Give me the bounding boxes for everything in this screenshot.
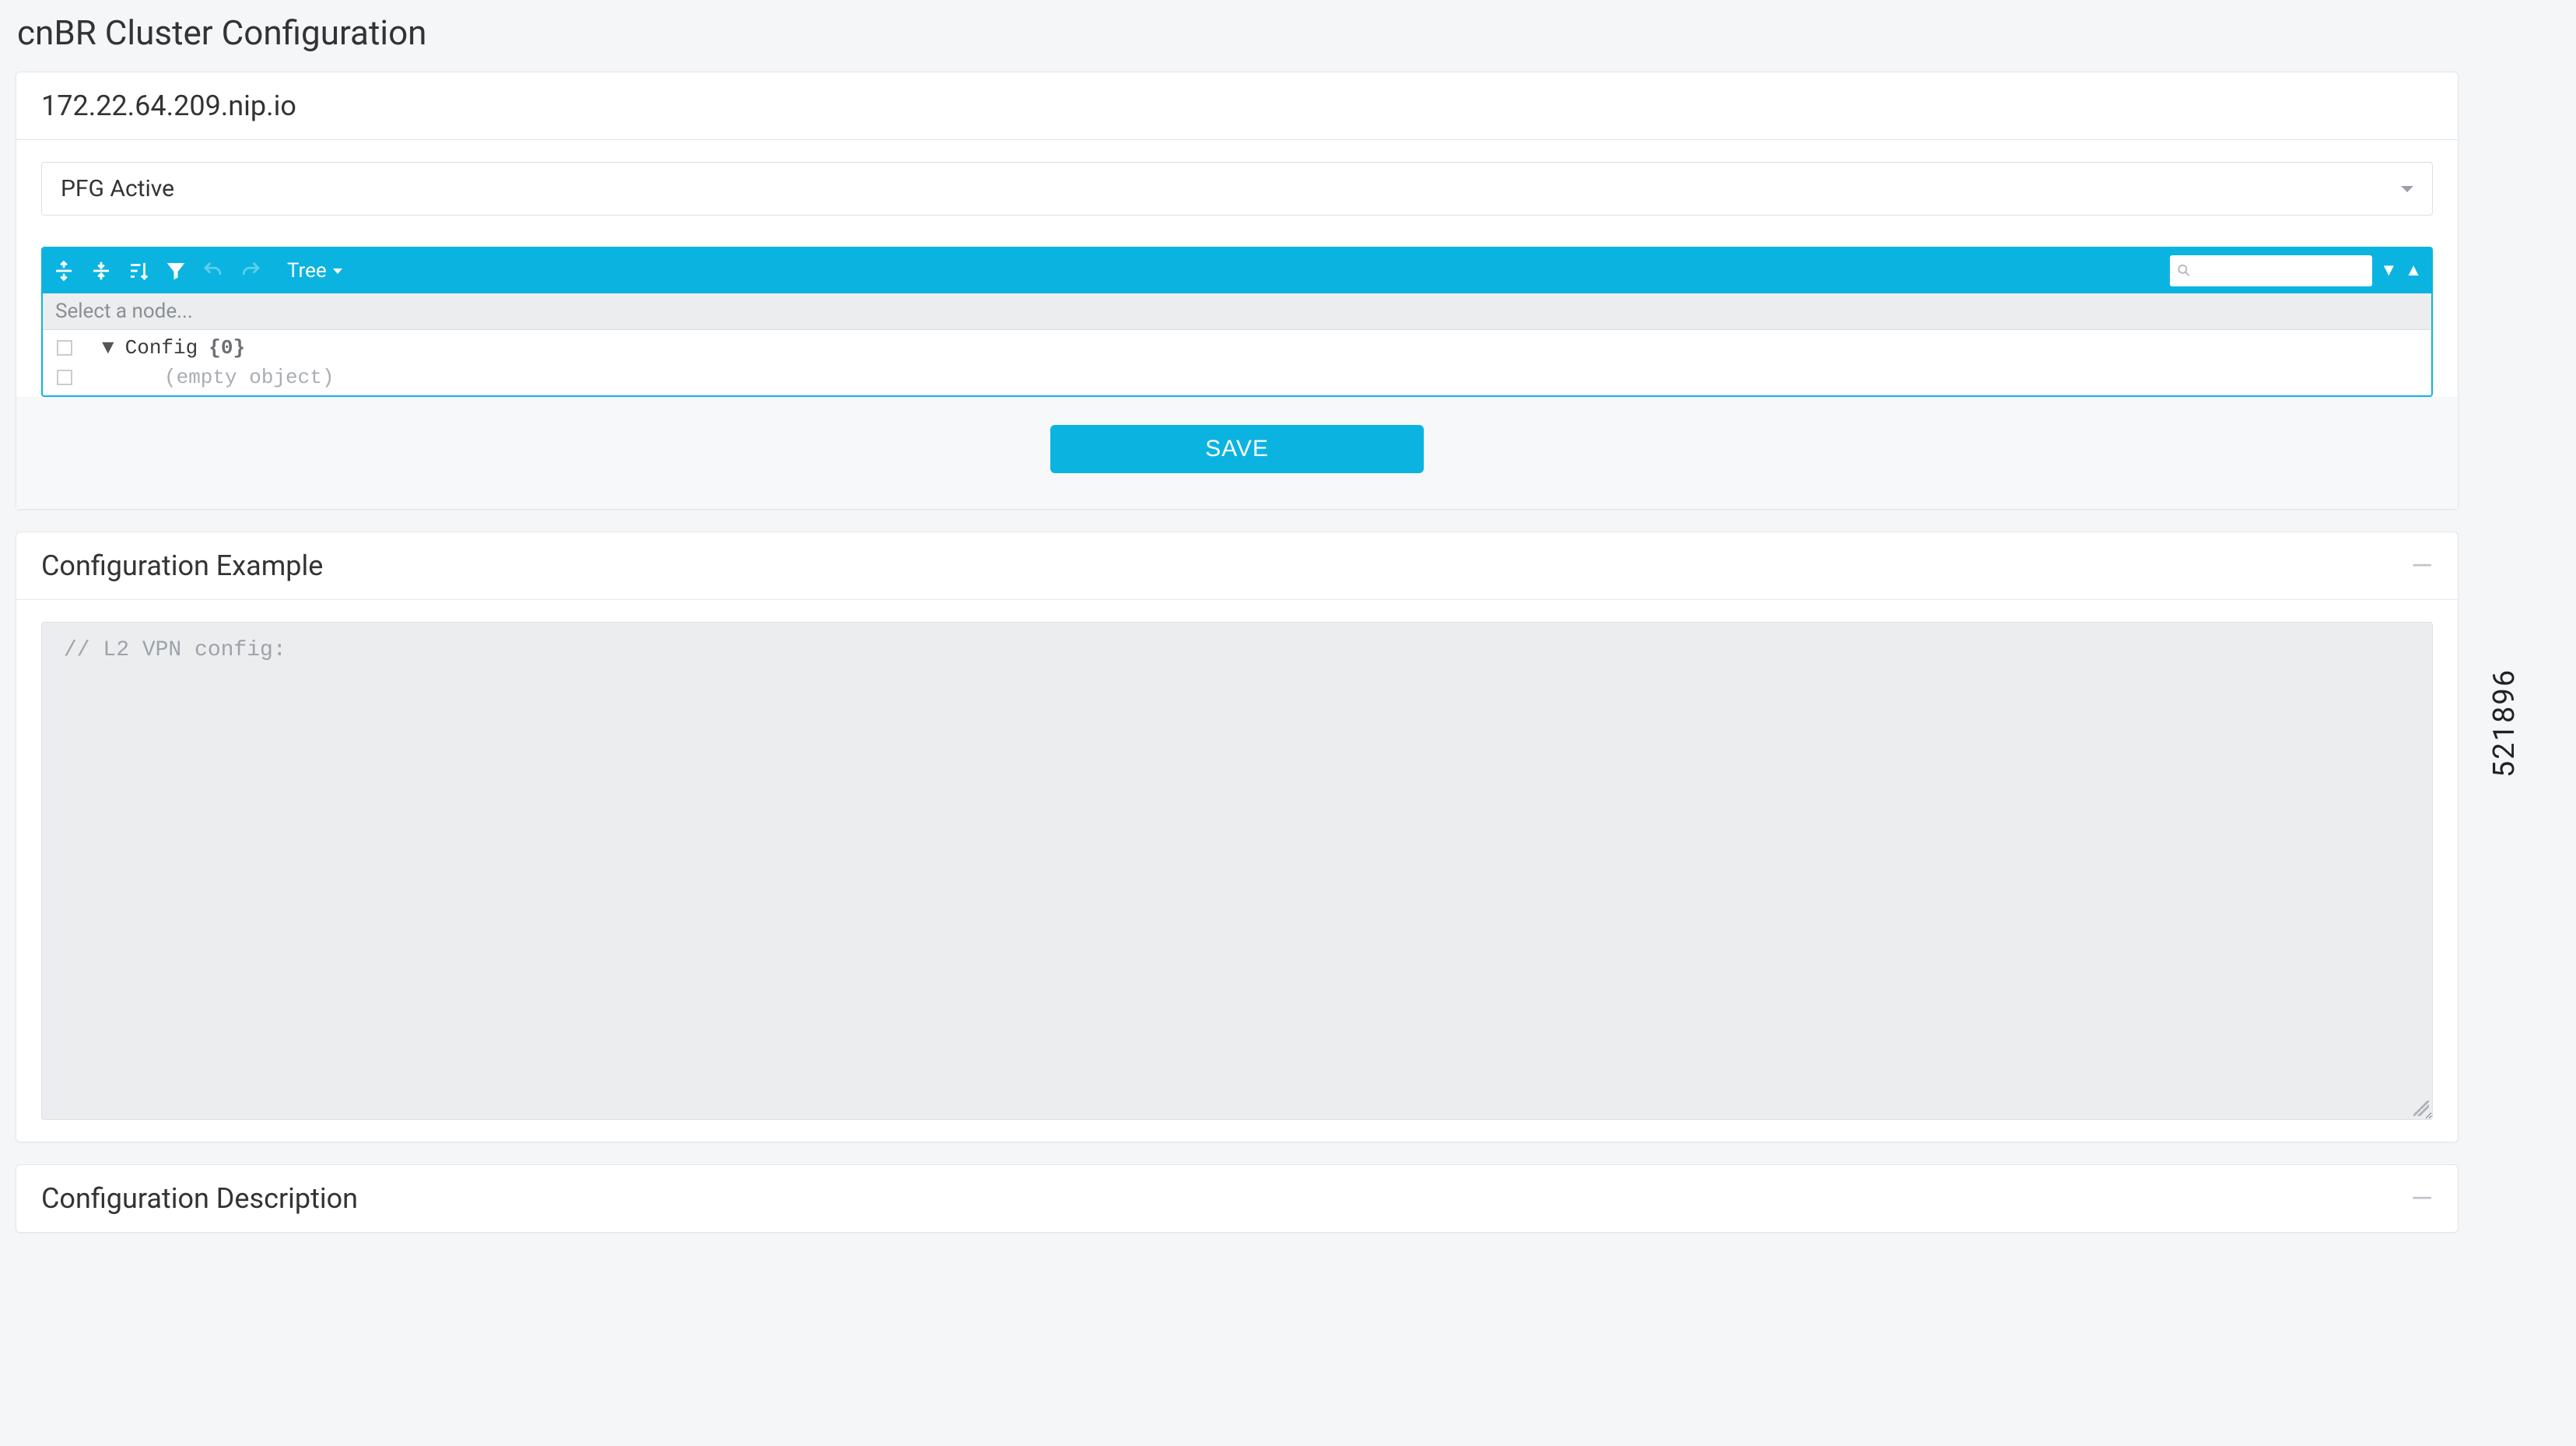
collapse-icon[interactable]: — — [2411, 552, 2433, 580]
tree-toggle-icon[interactable]: ▼ — [102, 336, 114, 360]
save-button[interactable]: SAVE — [1050, 425, 1424, 473]
tree-root-row[interactable]: ▼ Config {0} — [43, 333, 2431, 363]
sort-icon[interactable] — [127, 259, 150, 283]
config-example-body: // L2 VPN config: — [16, 600, 2458, 1142]
config-example-card: Configuration Example — // L2 VPN config… — [16, 532, 2459, 1142]
cluster-host-label: 172.22.64.209.nip.io — [41, 89, 296, 122]
config-description-header[interactable]: Configuration Description — — [16, 1165, 2458, 1232]
tree-count: {0} — [209, 336, 245, 360]
config-card: 172.22.64.209.nip.io PFG Active — [16, 72, 2459, 510]
tree-empty-row: (empty object) — [43, 363, 2431, 392]
json-editor: Tree ▼ ▲ — [41, 247, 2433, 397]
collapse-all-icon[interactable] — [89, 259, 113, 283]
tree-row-checkbox[interactable] — [57, 370, 72, 385]
config-description-card: Configuration Description — — [16, 1164, 2459, 1233]
profile-select[interactable]: PFG Active — [41, 162, 2433, 216]
expand-all-icon[interactable] — [52, 259, 75, 283]
editor-tree: ▼ Config {0} (empty object) — [43, 330, 2431, 395]
editor-breadcrumb: Select a node... — [43, 293, 2431, 330]
profile-select-value: PFG Active — [61, 175, 174, 202]
tree-key: Config — [125, 336, 198, 360]
collapse-icon[interactable]: — — [2411, 1185, 2433, 1213]
filter-icon[interactable] — [164, 259, 188, 283]
config-example-textarea[interactable]: // L2 VPN config: — [41, 622, 2433, 1120]
config-card-body: PFG Active — [16, 140, 2458, 397]
page-title: cnBR Cluster Configuration — [16, 12, 2459, 53]
editor-search-group: ▼ ▲ — [2170, 255, 2422, 286]
redo-icon[interactable] — [239, 259, 262, 283]
tree-row-checkbox[interactable] — [57, 340, 72, 356]
chevron-down-icon — [2401, 186, 2413, 192]
chevron-down-icon — [333, 268, 342, 274]
tree-empty-label: (empty object) — [83, 366, 334, 389]
save-section: SAVE — [16, 397, 2458, 509]
config-description-title: Configuration Description — [41, 1182, 358, 1215]
search-prev-icon[interactable]: ▲ — [2405, 262, 2422, 279]
view-mode-dropdown[interactable]: Tree — [287, 259, 342, 283]
editor-search-input[interactable] — [2170, 255, 2372, 286]
config-card-header: 172.22.64.209.nip.io — [16, 72, 2458, 140]
view-mode-label: Tree — [287, 259, 327, 283]
undo-icon[interactable] — [202, 259, 225, 283]
editor-toolbar: Tree ▼ ▲ — [43, 248, 2431, 293]
config-example-title: Configuration Example — [41, 549, 323, 582]
config-example-header[interactable]: Configuration Example — — [16, 532, 2458, 600]
image-reference-number: 521896 — [2487, 669, 2522, 777]
search-next-icon[interactable]: ▼ — [2380, 262, 2397, 279]
resize-grip-icon[interactable] — [2413, 1100, 2429, 1116]
